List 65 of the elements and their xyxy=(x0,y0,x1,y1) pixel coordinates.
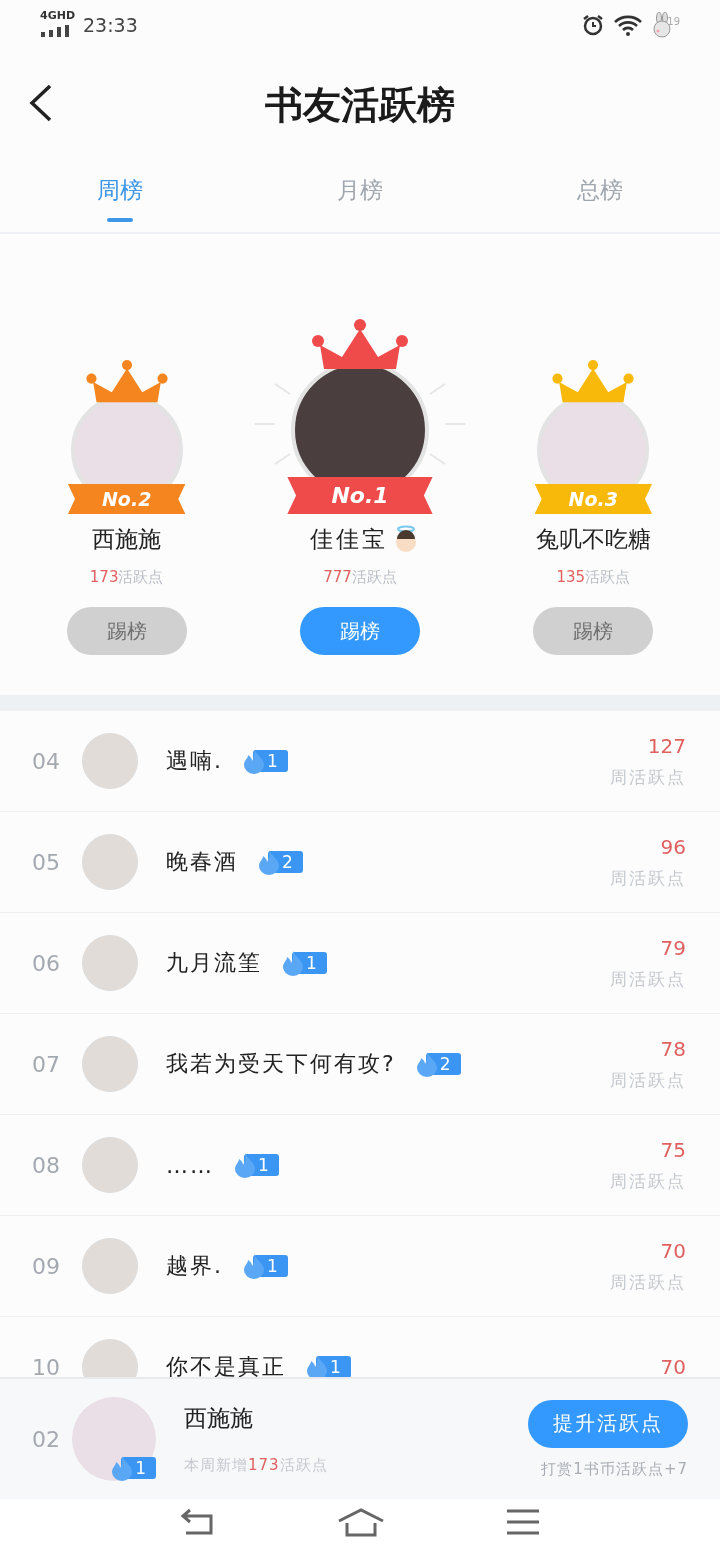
flame-icon xyxy=(304,1354,330,1377)
page-title: 书友活跃榜 xyxy=(265,80,455,129)
user-name: 我若为受天下何有攻? xyxy=(166,1050,396,1078)
score-value: 78 xyxy=(660,1036,686,1061)
boost-points-button[interactable]: 提升活跃点 xyxy=(528,1399,688,1448)
rank-ribbon: No.3 xyxy=(534,484,652,514)
user-name: 西施施 xyxy=(184,1404,254,1433)
flame-icon xyxy=(232,1152,258,1178)
score-label: 周活跃点 xyxy=(610,967,686,991)
network-indicator: 4GHD xyxy=(40,8,76,22)
home-icon[interactable] xyxy=(337,1506,385,1537)
clock-time: 23:33 xyxy=(83,14,138,36)
menu-icon[interactable] xyxy=(505,1507,540,1536)
rank-ribbon: No.2 xyxy=(67,484,186,514)
user-name: 兔叽不吃糖 xyxy=(535,524,651,554)
flame-icon xyxy=(241,748,267,774)
score-value: 70 xyxy=(660,1238,686,1263)
notification-count: 19 xyxy=(667,15,680,27)
score-value: 79 xyxy=(660,935,686,960)
activity-points: 777活跃点 xyxy=(323,568,397,587)
flame-icon xyxy=(241,1253,267,1279)
score-label: 周活跃点 xyxy=(610,1068,686,1092)
user-name: 你不是真正 xyxy=(166,1353,286,1377)
avatar-placeholder xyxy=(82,935,138,991)
reward-hint: 打赏1书币活跃点+7 xyxy=(541,1459,688,1479)
avatar-placeholder xyxy=(82,834,138,890)
avatar-placeholder xyxy=(82,1137,138,1193)
score-label: 周活跃点 xyxy=(610,866,686,890)
avatar-placeholder xyxy=(82,1238,138,1294)
signal-icon xyxy=(41,25,72,37)
avatar-placeholder xyxy=(82,1036,138,1092)
score-value: 75 xyxy=(660,1137,686,1162)
rank-number: 05 xyxy=(32,849,61,875)
avatar-placeholder xyxy=(82,733,138,789)
tab[interactable]: 月榜 xyxy=(240,160,480,232)
back-icon xyxy=(28,84,54,122)
user-name: …… xyxy=(166,1152,214,1178)
score-label: 周活跃点 xyxy=(610,765,686,789)
rank-number: 09 xyxy=(32,1253,61,1279)
user-name: 九月流筀 xyxy=(166,949,262,977)
rank-number: 06 xyxy=(32,950,61,976)
score-value: 127 xyxy=(647,733,686,758)
kick-button[interactable]: 踢榜 xyxy=(300,607,420,655)
rank-number: 08 xyxy=(32,1152,61,1178)
flame-icon xyxy=(280,950,306,976)
rank-number: 10 xyxy=(32,1354,61,1377)
activity-points: 135活跃点 xyxy=(556,568,631,587)
score-label: 周活跃点 xyxy=(610,1169,686,1193)
score-value: 96 xyxy=(660,834,686,859)
score-value: 70 xyxy=(660,1355,686,1377)
rank-ribbon: No.1 xyxy=(287,477,433,514)
wifi-icon xyxy=(613,13,644,37)
rank-number: 02 xyxy=(32,1426,61,1452)
tab[interactable]: 总榜 xyxy=(480,160,720,232)
score-label: 周活跃点 xyxy=(610,1270,686,1294)
flame-icon xyxy=(256,849,282,875)
user-name: 越界. xyxy=(166,1252,223,1280)
tab[interactable]: 周榜 xyxy=(0,160,240,232)
user-name: 西施施 xyxy=(92,524,162,554)
user-name: 遇喃. xyxy=(166,747,223,775)
user-name: 晚春酒 xyxy=(166,848,238,876)
rank-number: 07 xyxy=(32,1051,61,1077)
activity-points: 173活跃点 xyxy=(89,568,164,587)
rank-number: 04 xyxy=(32,748,61,774)
user-name: 佳佳宝 xyxy=(310,524,388,554)
